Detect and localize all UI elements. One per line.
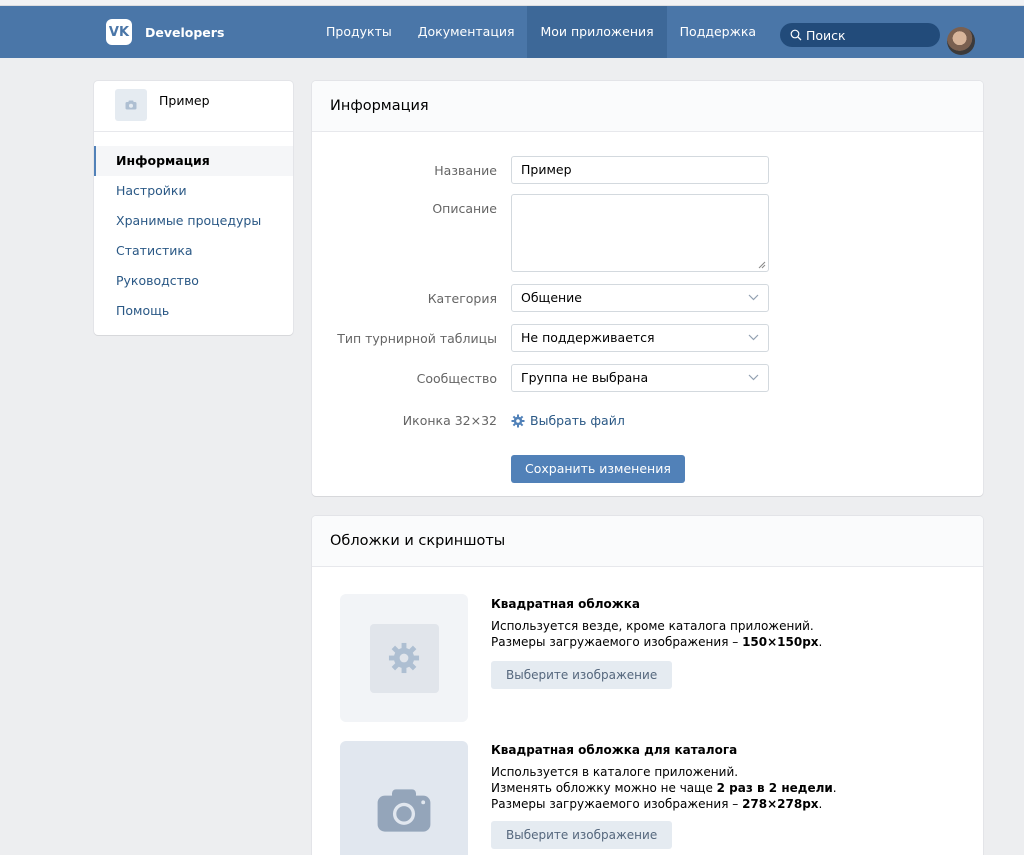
sidebar-item-statistics[interactable]: Статистика	[94, 236, 293, 266]
square-cover-size-prefix: Размеры загружаемого изображения –	[491, 635, 743, 649]
sidebar-item-info[interactable]: Информация	[94, 146, 293, 176]
catalog-cover-size-suffix: .	[818, 797, 823, 811]
chevron-down-icon	[748, 294, 759, 301]
top-header: VK Developers Продукты Документация Мои …	[0, 6, 1024, 58]
description-label: Описание	[432, 201, 497, 216]
description-field[interactable]	[511, 194, 769, 272]
category-select[interactable]: Общение	[511, 284, 769, 312]
top-nav: Продукты Документация Мои приложения Под…	[313, 6, 769, 58]
square-cover-title: Квадратная обложка	[491, 597, 640, 611]
catalog-cover-size: 278×278px	[742, 797, 819, 811]
choose-file-link[interactable]: Выбрать файл	[511, 413, 625, 428]
search-placeholder: Поиск	[806, 27, 846, 43]
sidebar-item-stored-procedures[interactable]: Хранимые процедуры	[94, 206, 293, 236]
sidebar-item-guide[interactable]: Руководство	[94, 266, 293, 296]
app-name: Пример	[159, 93, 210, 108]
catalog-cover-select-button[interactable]: Выберите изображение	[491, 821, 673, 849]
brand-text: Developers	[145, 24, 225, 40]
community-select[interactable]: Группа не выбрана	[511, 364, 769, 392]
app-header: Пример	[94, 81, 293, 132]
community-value: Группа не выбрана	[521, 370, 649, 385]
square-cover-line1: Используется везде, кроме каталога прило…	[491, 619, 814, 633]
square-cover-preview	[340, 594, 468, 722]
catalog-cover-line2: Изменять обложку можно не чаще 2 раз в 2…	[491, 780, 837, 796]
community-label: Сообщество	[416, 371, 497, 386]
camera-icon	[377, 789, 431, 832]
gear-icon	[388, 642, 420, 674]
search-input[interactable]: Поиск	[780, 23, 940, 47]
save-changes-button[interactable]: Сохранить изменения	[511, 455, 685, 483]
square-cover-size: 150×150px	[742, 635, 819, 649]
sidebar-menu: Информация Настройки Хранимые процедуры …	[94, 132, 293, 326]
square-cover-placeholder	[369, 623, 439, 693]
catalog-cover-line1: Используется в каталоге приложений.	[491, 765, 739, 779]
square-cover-description: Квадратная обложка Используется везде, к…	[491, 596, 822, 689]
info-card: Информация Название Пример Описание Кате…	[312, 81, 983, 496]
category-value: Общение	[521, 290, 582, 305]
app-sidebar: Пример Информация Настройки Хранимые про…	[94, 81, 293, 335]
leaderboard-value: Не поддерживается	[521, 330, 655, 345]
nav-my-apps[interactable]: Мои приложения	[527, 6, 667, 58]
nav-products[interactable]: Продукты	[313, 6, 405, 58]
catalog-cover-size-prefix: Размеры загружаемого изображения –	[491, 797, 743, 811]
covers-card-title: Обложки и скриншоты	[312, 516, 983, 567]
choose-file-label: Выбрать файл	[530, 413, 625, 428]
sidebar-item-settings[interactable]: Настройки	[94, 176, 293, 206]
search-icon	[790, 29, 802, 41]
square-cover-select-button[interactable]: Выберите изображение	[491, 661, 673, 689]
resize-grip-icon[interactable]	[757, 260, 766, 269]
category-label: Категория	[427, 291, 497, 306]
chevron-down-icon	[748, 334, 759, 341]
catalog-cover-title: Квадратная обложка для каталога	[491, 743, 738, 757]
catalog-cover-frequency-prefix: Изменять обложку можно не чаще	[491, 781, 717, 795]
catalog-cover-line3: Размеры загружаемого изображения – 278×2…	[491, 796, 837, 812]
catalog-cover-preview	[340, 741, 468, 855]
chevron-down-icon	[748, 374, 759, 381]
gear-icon	[511, 414, 525, 427]
catalog-cover-description: Квадратная обложка для каталога Использу…	[491, 742, 837, 849]
nav-support[interactable]: Поддержка	[667, 6, 769, 58]
app-thumbnail	[115, 89, 147, 121]
covers-card: Обложки и скриншоты Квадратная обложка И…	[312, 516, 983, 855]
square-cover-line2: Размеры загружаемого изображения – 150×1…	[491, 634, 822, 650]
leaderboard-label: Тип турнирной таблицы	[337, 331, 497, 346]
vk-logo: VK	[106, 19, 132, 45]
name-field[interactable]: Пример	[511, 156, 769, 184]
square-cover-size-suffix: .	[818, 635, 823, 649]
nav-documentation[interactable]: Документация	[405, 6, 528, 58]
camera-icon	[125, 100, 137, 110]
icon-label: Иконка 32×32	[402, 413, 497, 428]
sidebar-item-help[interactable]: Помощь	[94, 296, 293, 326]
brand-link[interactable]: VK Developers	[106, 19, 224, 45]
catalog-cover-frequency-suffix: .	[832, 781, 837, 795]
name-label: Название	[434, 163, 497, 178]
user-avatar[interactable]	[947, 27, 975, 55]
catalog-cover-frequency: 2 раз в 2 недели	[716, 781, 833, 795]
leaderboard-select[interactable]: Не поддерживается	[511, 324, 769, 352]
info-card-title: Информация	[312, 81, 983, 132]
